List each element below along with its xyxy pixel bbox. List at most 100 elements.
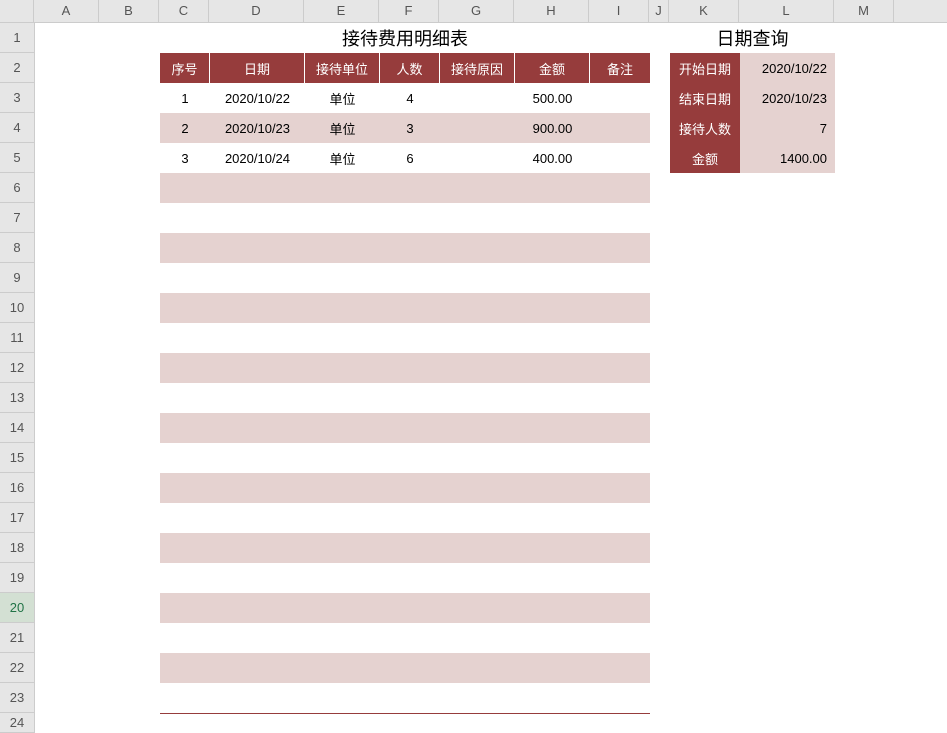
cell-4-3[interactable]: 3 [380, 113, 440, 143]
row-header-7[interactable]: 7 [0, 203, 34, 233]
cell-16-0[interactable] [160, 473, 210, 503]
cell-9-6[interactable] [590, 263, 650, 293]
cell-19-6[interactable] [590, 563, 650, 593]
cell-5-1[interactable]: 2020/10/24 [210, 143, 305, 173]
cell-14-2[interactable] [305, 413, 380, 443]
cell-14-4[interactable] [440, 413, 515, 443]
cell-10-4[interactable] [440, 293, 515, 323]
cell-12-1[interactable] [210, 353, 305, 383]
cell-22-4[interactable] [440, 653, 515, 683]
cell-17-6[interactable] [590, 503, 650, 533]
cell-13-5[interactable] [515, 383, 590, 413]
column-header-G[interactable]: G [439, 0, 514, 22]
query-value-1[interactable]: 2020/10/23 [740, 83, 835, 113]
cell-18-0[interactable] [160, 533, 210, 563]
column-header-E[interactable]: E [304, 0, 379, 22]
cell-18-4[interactable] [440, 533, 515, 563]
cell-21-1[interactable] [210, 623, 305, 653]
cell-6-2[interactable] [305, 173, 380, 203]
cell-3-3[interactable]: 4 [380, 83, 440, 113]
cell-18-5[interactable] [515, 533, 590, 563]
column-header-D[interactable]: D [209, 0, 304, 22]
row-header-14[interactable]: 14 [0, 413, 34, 443]
cell-14-3[interactable] [380, 413, 440, 443]
cell-21-3[interactable] [380, 623, 440, 653]
cell-7-0[interactable] [160, 203, 210, 233]
cell-4-2[interactable]: 单位 [305, 113, 380, 143]
cell-16-3[interactable] [380, 473, 440, 503]
cell-7-1[interactable] [210, 203, 305, 233]
cell-8-3[interactable] [380, 233, 440, 263]
cell-10-5[interactable] [515, 293, 590, 323]
cell-15-5[interactable] [515, 443, 590, 473]
column-header-B[interactable]: B [99, 0, 159, 22]
cell-9-0[interactable] [160, 263, 210, 293]
row-header-18[interactable]: 18 [0, 533, 34, 563]
cell-18-3[interactable] [380, 533, 440, 563]
cell-3-2[interactable]: 单位 [305, 83, 380, 113]
cell-13-4[interactable] [440, 383, 515, 413]
column-header-J[interactable]: J [649, 0, 669, 22]
cell-16-6[interactable] [590, 473, 650, 503]
cell-13-1[interactable] [210, 383, 305, 413]
row-header-11[interactable]: 11 [0, 323, 34, 353]
cell-14-1[interactable] [210, 413, 305, 443]
row-header-4[interactable]: 4 [0, 113, 34, 143]
cell-22-0[interactable] [160, 653, 210, 683]
cell-12-3[interactable] [380, 353, 440, 383]
row-header-16[interactable]: 16 [0, 473, 34, 503]
column-header-M[interactable]: M [834, 0, 894, 22]
row-header-21[interactable]: 21 [0, 623, 34, 653]
row-header-15[interactable]: 15 [0, 443, 34, 473]
cell-20-1[interactable] [210, 593, 305, 623]
cell-19-0[interactable] [160, 563, 210, 593]
cell-9-4[interactable] [440, 263, 515, 293]
column-header-K[interactable]: K [669, 0, 739, 22]
cell-3-5[interactable]: 500.00 [515, 83, 590, 113]
cell-22-3[interactable] [380, 653, 440, 683]
row-header-17[interactable]: 17 [0, 503, 34, 533]
cell-3-0[interactable]: 1 [160, 83, 210, 113]
cell-14-6[interactable] [590, 413, 650, 443]
row-header-1[interactable]: 1 [0, 23, 34, 53]
cell-21-2[interactable] [305, 623, 380, 653]
cell-8-5[interactable] [515, 233, 590, 263]
cell-15-6[interactable] [590, 443, 650, 473]
cell-14-0[interactable] [160, 413, 210, 443]
cell-16-2[interactable] [305, 473, 380, 503]
cell-15-3[interactable] [380, 443, 440, 473]
cell-8-0[interactable] [160, 233, 210, 263]
query-value-0[interactable]: 2020/10/22 [740, 53, 835, 83]
cell-21-5[interactable] [515, 623, 590, 653]
cell-5-0[interactable]: 3 [160, 143, 210, 173]
cell-12-0[interactable] [160, 353, 210, 383]
row-header-3[interactable]: 3 [0, 83, 34, 113]
row-header-22[interactable]: 22 [0, 653, 34, 683]
column-header-A[interactable]: A [34, 0, 99, 22]
query-value-3[interactable]: 1400.00 [740, 143, 835, 173]
cell-12-5[interactable] [515, 353, 590, 383]
cell-12-6[interactable] [590, 353, 650, 383]
row-header-20[interactable]: 20 [0, 593, 34, 623]
cell-10-0[interactable] [160, 293, 210, 323]
cell-19-2[interactable] [305, 563, 380, 593]
cell-11-0[interactable] [160, 323, 210, 353]
cell-20-2[interactable] [305, 593, 380, 623]
cell-21-0[interactable] [160, 623, 210, 653]
cell-7-4[interactable] [440, 203, 515, 233]
cell-22-1[interactable] [210, 653, 305, 683]
column-header-I[interactable]: I [589, 0, 649, 22]
cell-5-2[interactable]: 单位 [305, 143, 380, 173]
cell-9-2[interactable] [305, 263, 380, 293]
cell-3-4[interactable] [440, 83, 515, 113]
cell-11-5[interactable] [515, 323, 590, 353]
cell-11-2[interactable] [305, 323, 380, 353]
cell-7-2[interactable] [305, 203, 380, 233]
cell-17-2[interactable] [305, 503, 380, 533]
cell-10-6[interactable] [590, 293, 650, 323]
cell-11-1[interactable] [210, 323, 305, 353]
column-header-L[interactable]: L [739, 0, 834, 22]
query-value-2[interactable]: 7 [740, 113, 835, 143]
cell-20-3[interactable] [380, 593, 440, 623]
cell-17-4[interactable] [440, 503, 515, 533]
